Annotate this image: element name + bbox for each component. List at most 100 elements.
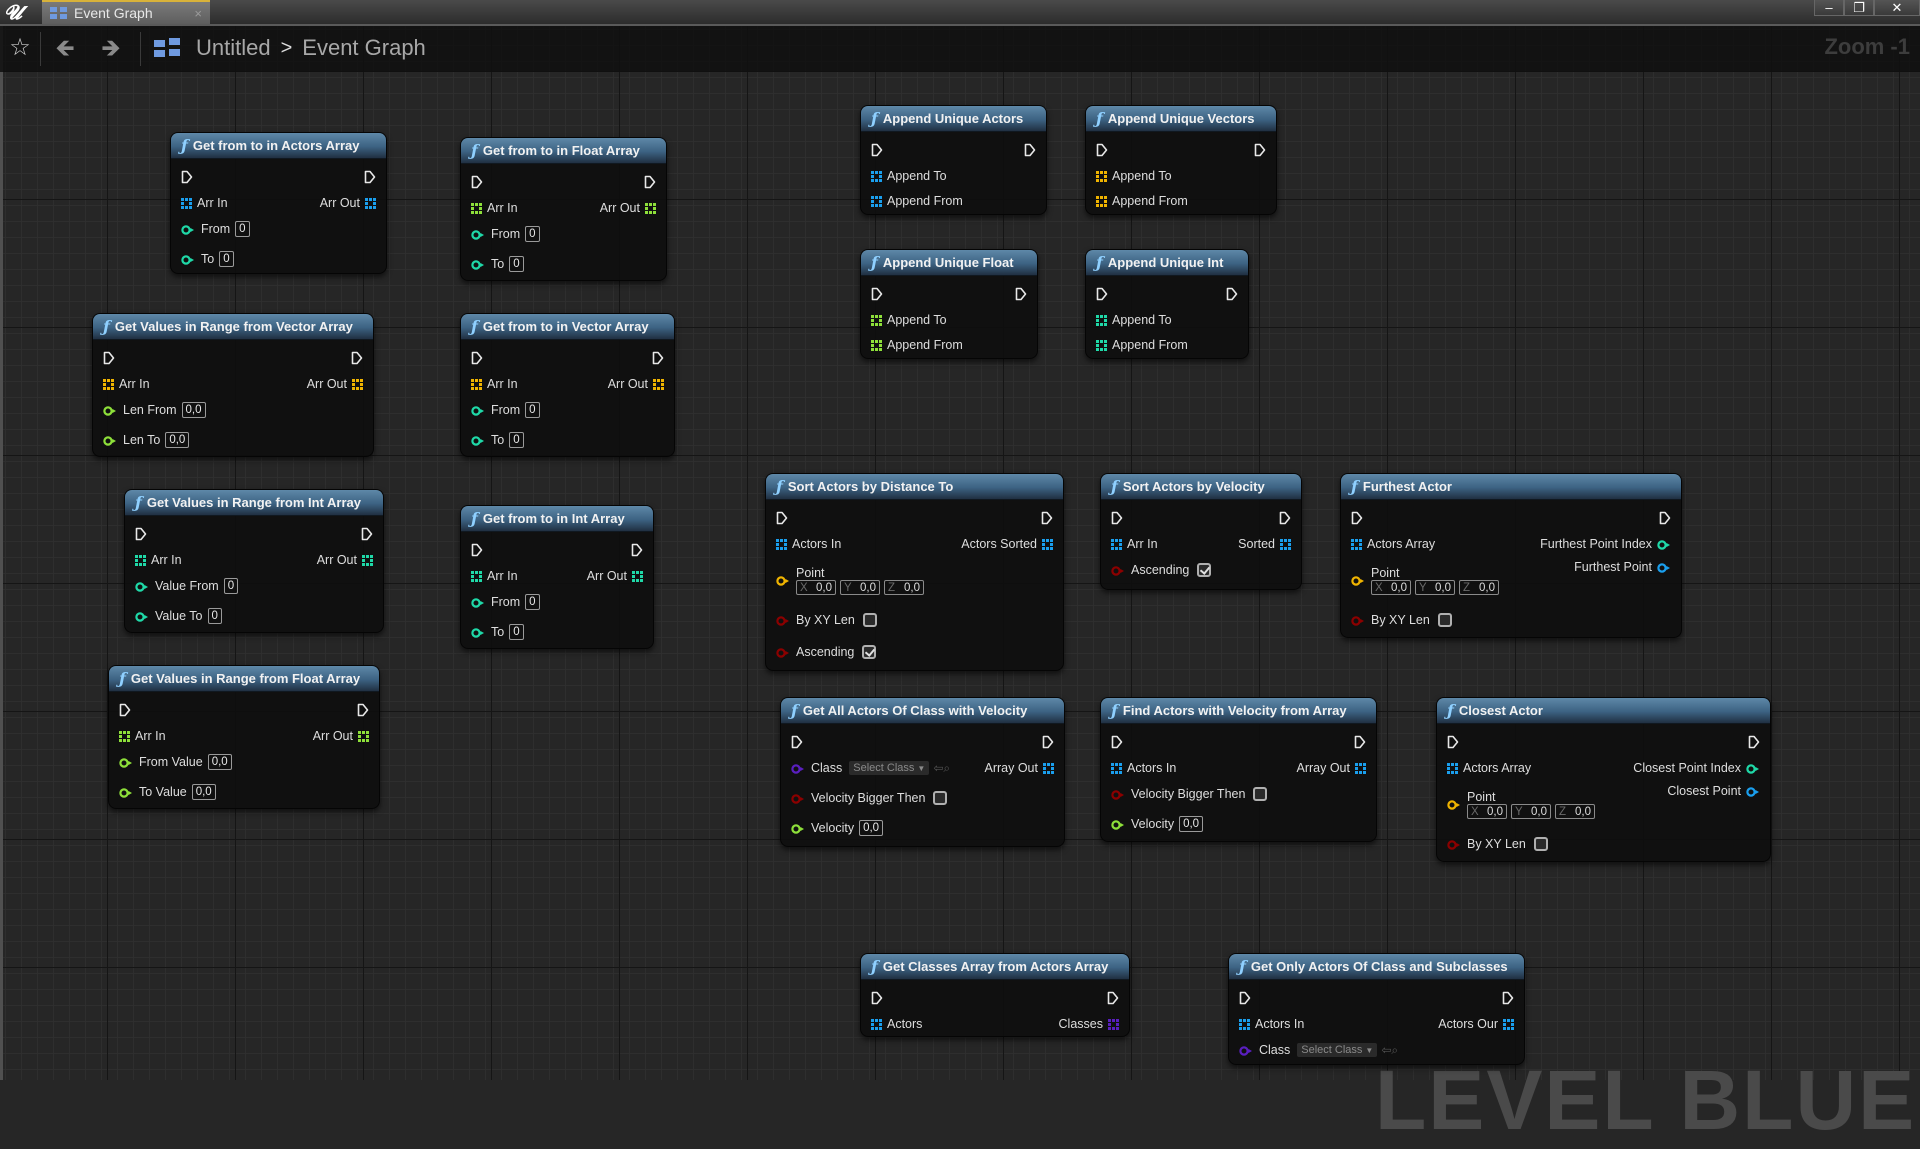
exec-out-pin[interactable]: [361, 527, 373, 541]
exec-in-pin[interactable]: [181, 170, 193, 184]
exec-in-pin[interactable]: [791, 735, 803, 749]
exec-out-pin[interactable]: [1042, 735, 1054, 749]
node-get-only-class[interactable]: ƒ Get Only Actors Of Class and Subclasses…: [1228, 953, 1525, 1065]
value-input[interactable]: 0,0: [207, 754, 232, 770]
point-z-input[interactable]: Z 0,0: [884, 579, 924, 595]
bool-pin[interactable]: [776, 615, 790, 626]
node-closest-actor[interactable]: ƒ Closest Actor Actors Array Closest Point …: [1436, 697, 1771, 862]
minimize-button[interactable]: –: [1814, 0, 1844, 16]
value-pin[interactable]: [471, 597, 485, 608]
node-get-from-to-float[interactable]: ƒ Get from to in Float Array Arr In Arr Out…: [460, 137, 667, 281]
value-pin[interactable]: [135, 611, 149, 622]
node-get-all-velocity[interactable]: ƒ Get All Actors Of Class with Velocity Cl…: [780, 697, 1065, 847]
node-get-from-to-actors[interactable]: ƒ Get from to in Actors Array Arr In Arr Ou…: [170, 132, 387, 274]
exec-out-pin[interactable]: [652, 351, 664, 365]
class-select-dropdown[interactable]: Select Class ▼: [849, 761, 930, 775]
tab-close-icon[interactable]: ×: [194, 6, 202, 21]
node-header[interactable]: ƒ Append Unique Float: [861, 250, 1037, 276]
exec-in-pin[interactable]: [103, 351, 115, 365]
node-sort-distance[interactable]: ƒ Sort Actors by Distance To Actors In Acto…: [765, 473, 1064, 671]
array-out-pin[interactable]: [358, 730, 369, 742]
node-header[interactable]: ƒ Append Unique Int: [1086, 250, 1248, 276]
exec-in-pin[interactable]: [471, 175, 483, 189]
exec-in-pin[interactable]: [1096, 143, 1108, 157]
exec-out-pin[interactable]: [631, 543, 643, 557]
actors-in-pin[interactable]: [1111, 762, 1122, 774]
value-input[interactable]: 0,0: [181, 402, 206, 418]
index-out-pin[interactable]: [1746, 763, 1760, 774]
value-pin[interactable]: [119, 757, 133, 768]
bool-pin[interactable]: [1351, 615, 1365, 626]
point-z-input[interactable]: Z 0,0: [1459, 579, 1499, 595]
exec-in-pin[interactable]: [1096, 287, 1108, 301]
value-input[interactable]: 0,0: [165, 432, 190, 448]
array-out-pin[interactable]: [653, 378, 664, 390]
value-pin[interactable]: [103, 405, 117, 416]
node-header[interactable]: ƒ Get from to in Vector Array: [461, 314, 674, 340]
velocity-input[interactable]: 0,0: [1179, 816, 1204, 832]
actors-in-pin[interactable]: [1111, 538, 1122, 550]
array-in-pin[interactable]: [471, 378, 482, 390]
value-pin[interactable]: [471, 435, 485, 446]
array-in-pin[interactable]: [181, 197, 192, 209]
exec-out-pin[interactable]: [351, 351, 363, 365]
node-append-vectors[interactable]: ƒ Append Unique Vectors Append To Append Fr…: [1085, 105, 1277, 215]
exec-in-pin[interactable]: [119, 703, 131, 717]
exec-in-pin[interactable]: [135, 527, 147, 541]
array-in-pin[interactable]: [471, 202, 482, 214]
point-x-input[interactable]: X 0,0: [796, 579, 836, 595]
value-input[interactable]: 0: [235, 221, 250, 237]
node-header[interactable]: ƒ Get Only Actors Of Class and Subclasses: [1229, 954, 1524, 980]
array-out-pin[interactable]: [1042, 538, 1053, 550]
node-header[interactable]: ƒ Get All Actors Of Class with Velocity: [781, 698, 1064, 724]
node-get-from-to-vector[interactable]: ƒ Get from to in Vector Array Arr In Arr Ou…: [460, 313, 675, 457]
bool-pin[interactable]: [1111, 565, 1125, 576]
array-pin[interactable]: [1096, 195, 1107, 207]
node-append-float[interactable]: ƒ Append Unique Float Append To Append From: [860, 249, 1038, 359]
node-sort-velocity[interactable]: ƒ Sort Actors by Velocity Arr In Sorted Asce…: [1100, 473, 1302, 590]
browse-use-icons[interactable]: ⇦⌕: [1381, 1043, 1398, 1058]
actors-in-pin[interactable]: [1447, 762, 1458, 774]
value-pin[interactable]: [471, 627, 485, 638]
checkbox[interactable]: [1533, 837, 1548, 851]
array-in-pin[interactable]: [135, 554, 146, 566]
array-in-pin[interactable]: [103, 378, 114, 390]
exec-out-pin[interactable]: [1748, 735, 1760, 749]
node-header[interactable]: ƒ Append Unique Actors: [861, 106, 1046, 132]
node-range-vector[interactable]: ƒ Get Values in Range from Vector Array Ar…: [92, 313, 374, 457]
exec-out-pin[interactable]: [1024, 143, 1036, 157]
node-header[interactable]: ƒ Get Classes Array from Actors Array: [861, 954, 1129, 980]
node-header[interactable]: ƒ Get Values in Range from Vector Array: [93, 314, 373, 340]
tab-event-graph[interactable]: Event Graph ×: [42, 0, 210, 24]
array-out-pin[interactable]: [1355, 762, 1366, 774]
node-append-int[interactable]: ƒ Append Unique Int Append To Append From: [1085, 249, 1249, 359]
array-pin[interactable]: [871, 339, 882, 351]
breadcrumb-untitled[interactable]: Untitled: [196, 35, 271, 61]
value-input[interactable]: 0: [219, 251, 234, 267]
breadcrumb-event-graph[interactable]: Event Graph: [302, 35, 426, 61]
node-header[interactable]: ƒ Get from to in Int Array: [461, 506, 653, 532]
bool-pin[interactable]: [791, 793, 805, 804]
point-y-input[interactable]: Y 0,0: [840, 579, 880, 595]
exec-out-pin[interactable]: [1226, 287, 1238, 301]
velocity-input[interactable]: 0,0: [859, 820, 884, 836]
node-get-classes[interactable]: ƒ Get Classes Array from Actors Array Acto…: [860, 953, 1130, 1037]
node-find-velocity[interactable]: ƒ Find Actors with Velocity from Array Act…: [1100, 697, 1377, 842]
exec-out-pin[interactable]: [364, 170, 376, 184]
exec-in-pin[interactable]: [871, 991, 883, 1005]
bool-pin[interactable]: [1447, 839, 1461, 850]
star-icon[interactable]: ☆: [8, 36, 32, 60]
value-input[interactable]: 0,0: [191, 784, 216, 800]
restore-button[interactable]: ❐: [1844, 0, 1874, 16]
vector-point-pin[interactable]: [1351, 575, 1365, 586]
array-out-pin[interactable]: [632, 570, 643, 582]
array-in-pin[interactable]: [471, 570, 482, 582]
checkbox[interactable]: [1437, 613, 1452, 627]
checkbox[interactable]: [1197, 563, 1212, 577]
actors-in-pin[interactable]: [776, 538, 787, 550]
exec-in-pin[interactable]: [1351, 511, 1363, 525]
point-x-input[interactable]: X 0,0: [1371, 579, 1411, 595]
value-input[interactable]: 0: [525, 402, 540, 418]
exec-out-pin[interactable]: [1502, 991, 1514, 1005]
exec-out-pin[interactable]: [1015, 287, 1027, 301]
